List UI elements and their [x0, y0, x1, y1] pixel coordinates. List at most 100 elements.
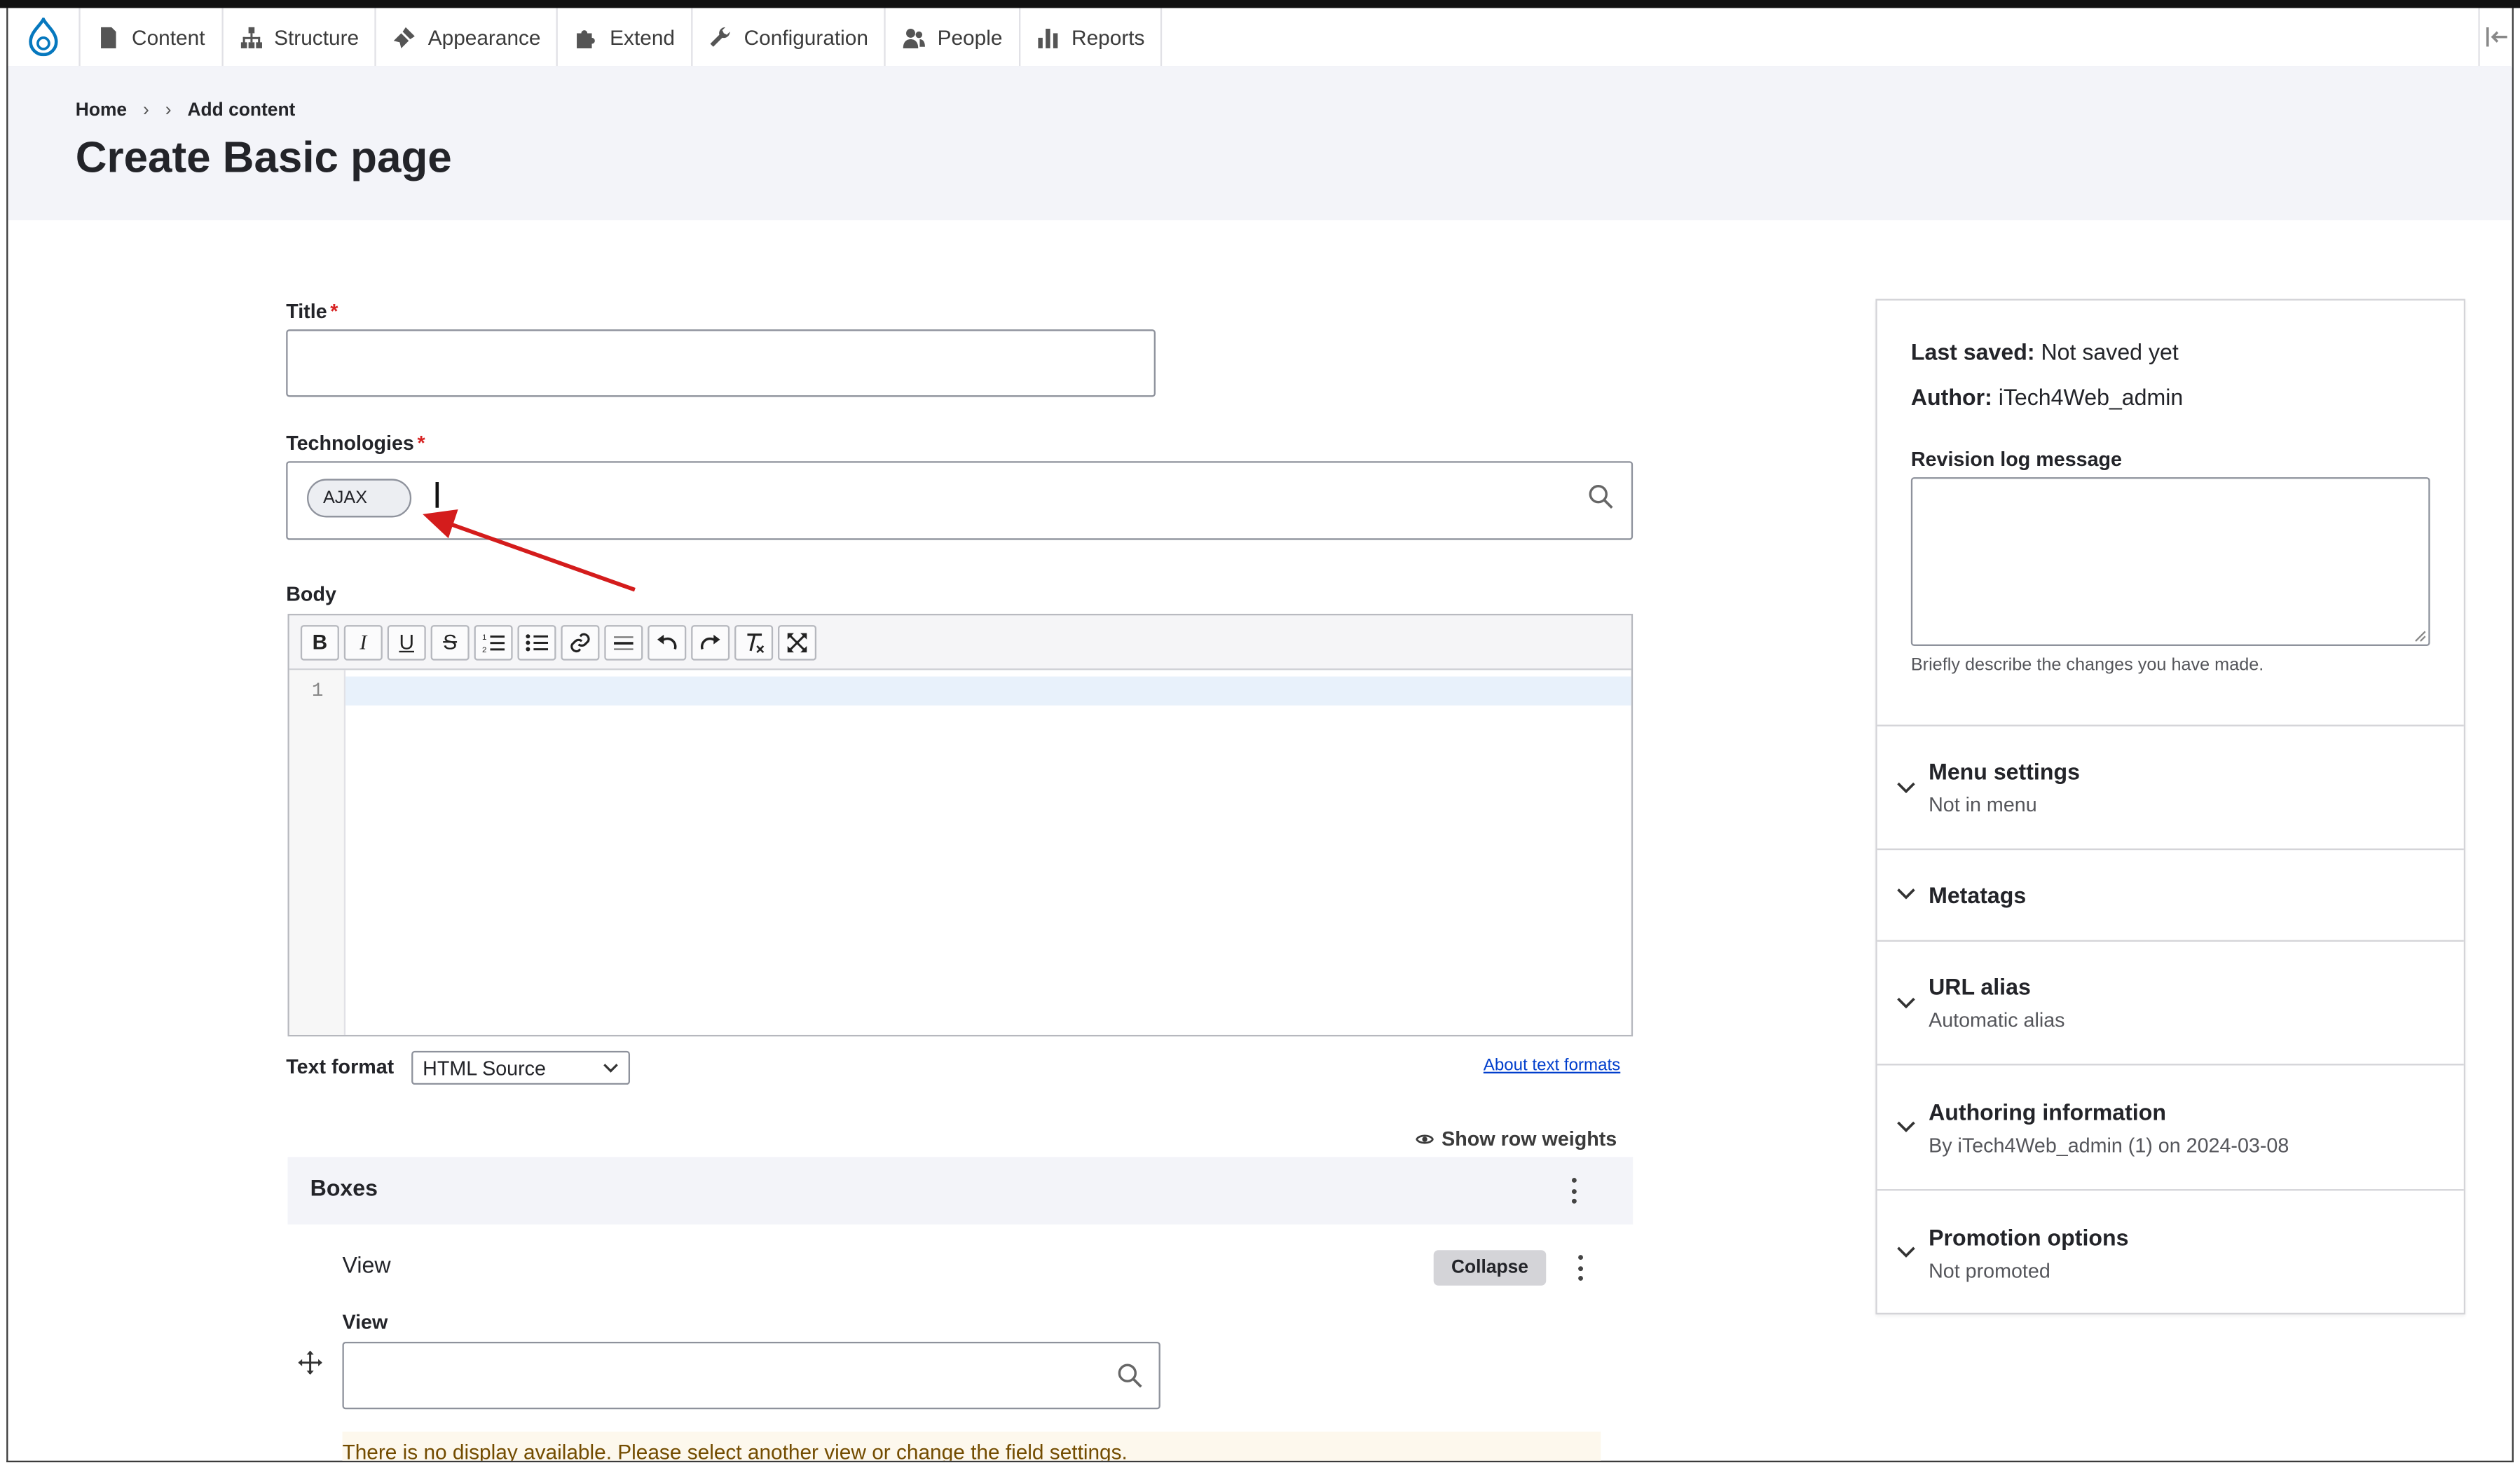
last-saved-status: Last saved: Not saved yet	[1911, 339, 2179, 365]
revision-log-textarea[interactable]	[1910, 477, 2430, 646]
toolbar-item-label: Content	[132, 25, 205, 49]
accordion-authoring-information[interactable]: Authoring information By iTech4Web_admin…	[1877, 1064, 2464, 1190]
horizontal-rule-button[interactable]	[604, 624, 643, 660]
paragraph-actions-kebab-icon[interactable]	[1578, 1255, 1584, 1281]
technologies-label: Technologies *	[286, 432, 425, 455]
italic-button[interactable]: I	[343, 624, 383, 660]
puzzle-icon	[577, 29, 596, 48]
show-row-weights-button[interactable]: Show row weights	[1416, 1128, 1617, 1150]
drupal-logo[interactable]	[8, 8, 81, 67]
bullet-list-button[interactable]	[517, 624, 556, 660]
collapse-button[interactable]: Collapse	[1433, 1250, 1547, 1286]
accordion-menu-settings[interactable]: Menu settings Not in menu	[1877, 724, 2464, 850]
accordion-summary: Not promoted	[1929, 1260, 2050, 1283]
toolbar-item-appearance[interactable]: Appearance	[376, 8, 559, 67]
technologies-autocomplete-input[interactable]: AJAX	[286, 461, 1634, 540]
brush-icon	[394, 26, 416, 48]
maximize-icon	[787, 632, 807, 652]
link-button[interactable]	[561, 624, 600, 660]
accordion-summary: Not in menu	[1929, 793, 2037, 817]
numbered-list-button[interactable]: 12	[474, 624, 513, 660]
line-number-gutter: 1	[289, 670, 346, 1035]
body-code-editor[interactable]: B I U S 12 1	[287, 614, 1634, 1037]
last-saved-label: Last saved:	[1910, 338, 2035, 365]
author-label: Author:	[1910, 384, 1992, 410]
admin-toolbar: Content Structure Appearance Extend Conf…	[8, 8, 2512, 68]
required-mark: *	[417, 432, 425, 455]
last-saved-value: Not saved yet	[2041, 338, 2179, 365]
chevron-down-icon	[1897, 1246, 1915, 1258]
redo-icon	[700, 633, 720, 649]
page-header: Home › › Add content Create Basic page	[8, 66, 2512, 221]
page-icon	[101, 26, 116, 48]
boxes-actions-kebab-icon[interactable]	[1571, 1178, 1578, 1204]
toolbar-item-people[interactable]: People	[886, 8, 1020, 67]
accordion-url-alias[interactable]: URL alias Automatic alias	[1877, 940, 2464, 1066]
people-icon	[903, 27, 926, 48]
no-display-warning: There is no display available. Please se…	[342, 1431, 1601, 1461]
paragraph-item-title: View	[342, 1251, 391, 1278]
title-input[interactable]	[286, 329, 1156, 397]
tag-chip-ajax[interactable]: AJAX	[307, 479, 412, 518]
window-top-edge	[0, 0, 2520, 8]
toolbar-item-label: Reports	[1071, 25, 1145, 49]
view-label: View	[342, 1311, 388, 1334]
maximize-button[interactable]	[778, 624, 817, 660]
accordion-summary: Automatic alias	[1929, 1009, 2065, 1032]
accordion-title: URL alias	[1929, 973, 2031, 1000]
toolbar-item-reports[interactable]: Reports	[1020, 8, 1163, 67]
toolbar-item-structure[interactable]: Structure	[223, 8, 377, 67]
accordion-title: Menu settings	[1929, 758, 2080, 785]
svg-text:2: 2	[482, 645, 486, 653]
accordion-title: Authoring information	[1929, 1099, 2166, 1125]
show-row-weights-label: Show row weights	[1442, 1127, 1617, 1151]
numbered-list-icon: 12	[482, 633, 505, 653]
search-icon	[1118, 1363, 1142, 1388]
remove-format-button[interactable]	[734, 624, 774, 660]
about-text-formats-link[interactable]: About text formats	[1484, 1056, 1620, 1076]
view-autocomplete-input[interactable]	[342, 1341, 1160, 1410]
accordion-promotion-options[interactable]: Promotion options Not promoted	[1877, 1189, 2464, 1316]
strikethrough-button[interactable]: S	[430, 624, 470, 660]
toolbar-orientation-toggle[interactable]	[2478, 8, 2512, 67]
toolbar-item-configuration[interactable]: Configuration	[692, 8, 886, 67]
technologies-label-text: Technologies	[286, 432, 414, 455]
breadcrumb-separator: ›	[165, 101, 172, 121]
drupal-drop-icon	[29, 18, 58, 57]
breadcrumb-add-content[interactable]: Add content	[188, 101, 296, 121]
undo-icon	[657, 633, 677, 649]
accordion-title: Metatags	[1929, 882, 2027, 908]
underline-button[interactable]: U	[387, 624, 426, 660]
toolbar-item-label: Appearance	[427, 25, 541, 49]
undo-button[interactable]	[648, 624, 687, 660]
chevron-down-icon	[603, 1064, 618, 1073]
toolbar-item-label: Structure	[274, 25, 359, 49]
redo-button[interactable]	[691, 624, 730, 660]
breadcrumb-home[interactable]: Home	[76, 101, 127, 121]
toolbar-item-extend[interactable]: Extend	[559, 8, 693, 67]
eye-icon	[1416, 1134, 1434, 1144]
text-format-value: HTML Source	[423, 1056, 546, 1080]
bold-button[interactable]: B	[300, 624, 339, 660]
title-label-text: Title	[286, 300, 327, 323]
line-number: 1	[311, 680, 324, 703]
body-label: Body	[286, 583, 336, 606]
revision-log-hint: Briefly describe the changes you have ma…	[1910, 655, 2264, 675]
resize-handle-icon[interactable]	[2414, 630, 2427, 643]
author-value: iTech4Web_admin	[1998, 384, 2184, 410]
boxes-title: Boxes	[310, 1174, 378, 1201]
remove-format-icon	[747, 633, 765, 652]
text-format-label: Text format	[286, 1055, 395, 1078]
revision-log-label: Revision log message	[1910, 448, 2123, 471]
link-icon	[570, 632, 590, 652]
toolbar-item-content[interactable]: Content	[81, 8, 223, 67]
active-line-highlight	[345, 676, 1631, 706]
drag-handle-icon[interactable]	[297, 1349, 323, 1375]
accordion-metatags[interactable]: Metatags	[1877, 848, 2464, 942]
required-mark: *	[330, 300, 338, 323]
text-format-select[interactable]: HTML Source	[411, 1050, 631, 1085]
meta-sidebar: Last saved: Not saved yet Author: iTech4…	[1875, 298, 2466, 1316]
chevron-down-icon	[1897, 888, 1915, 900]
title-label: Title *	[286, 301, 338, 323]
stage: Content Structure Appearance Extend Conf…	[0, 0, 2520, 1470]
